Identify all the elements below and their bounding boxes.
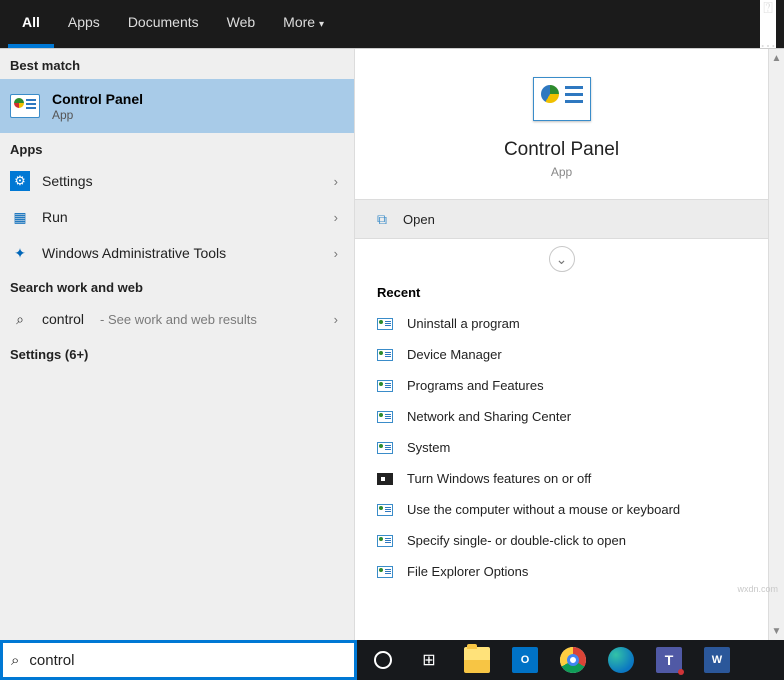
tab-more[interactable]: More ▾ — [269, 0, 338, 48]
search-results: Best match Control Panel App Apps ⚙ Sett… — [0, 48, 784, 640]
control-panel-icon — [377, 442, 393, 454]
app-item-settings[interactable]: ⚙ Settings › — [0, 163, 354, 199]
recent-item[interactable]: System — [355, 432, 768, 463]
expand-actions: ⌄ — [355, 239, 768, 279]
chevron-right-icon: › — [334, 210, 338, 225]
gear-icon: ⚙ — [10, 171, 30, 191]
taskbar-outlook[interactable]: O — [503, 640, 547, 680]
scroll-up-icon[interactable]: ▲ — [771, 51, 782, 65]
search-box[interactable]: ⌕ — [0, 640, 357, 680]
control-panel-icon — [10, 94, 40, 118]
best-match-subtitle: App — [52, 108, 143, 122]
web-search-control[interactable]: ⌕ control - See work and web results › — [0, 301, 354, 337]
tab-documents[interactable]: Documents — [114, 0, 213, 48]
chrome-icon — [560, 647, 586, 673]
tab-apps[interactable]: Apps — [54, 0, 114, 48]
recent-item[interactable]: Specify single- or double-click to open — [355, 525, 768, 556]
recent-item[interactable]: Network and Sharing Center — [355, 401, 768, 432]
recent-list: Uninstall a program Device Manager Progr… — [355, 308, 768, 587]
preview-subtitle: App — [551, 165, 572, 179]
search-input[interactable] — [29, 652, 346, 669]
task-view-button[interactable]: ⊞ — [407, 640, 451, 680]
control-panel-icon — [533, 77, 591, 121]
section-search-web: Search work and web — [0, 271, 354, 301]
control-panel-icon — [377, 504, 393, 516]
chevron-down-icon[interactable]: ⌄ — [549, 246, 575, 272]
preview-hero: Control Panel App — [355, 49, 768, 199]
cortana-button[interactable] — [363, 640, 403, 680]
chevron-right-icon: › — [334, 246, 338, 261]
cortana-icon — [374, 651, 392, 669]
search-tabbar: All Apps Documents Web More ▾ ⍰ ⋯ — [0, 0, 784, 48]
preview-title: Control Panel — [504, 139, 619, 161]
open-icon: ⧉ — [377, 211, 387, 228]
control-panel-icon — [377, 411, 393, 423]
recent-heading: Recent — [355, 279, 768, 308]
recent-item[interactable]: Use the computer without a mouse or keyb… — [355, 494, 768, 525]
app-item-run[interactable]: ▦ Run › — [0, 199, 354, 235]
best-match-control-panel[interactable]: Control Panel App — [0, 79, 354, 133]
control-panel-icon — [377, 349, 393, 361]
taskbar-row: ⌕ ⊞ O T W — [0, 640, 784, 680]
chevron-right-icon: › — [334, 312, 338, 327]
chevron-right-icon: › — [334, 174, 338, 189]
windows-features-icon — [377, 473, 393, 485]
feedback-icon[interactable]: ⍰ — [763, 0, 773, 18]
control-panel-icon — [377, 380, 393, 392]
recent-item[interactable]: Uninstall a program — [355, 308, 768, 339]
scroll-down-icon[interactable]: ▼ — [771, 624, 782, 638]
results-left-panel: Best match Control Panel App Apps ⚙ Sett… — [0, 49, 355, 640]
best-match-title: Control Panel — [52, 91, 143, 107]
word-icon: W — [704, 647, 730, 673]
taskbar-edge[interactable] — [599, 640, 643, 680]
section-settings-more[interactable]: Settings (6+) — [0, 337, 354, 372]
search-icon: ⌕ — [10, 309, 30, 329]
taskbar-word[interactable]: W — [695, 640, 739, 680]
section-best-match: Best match — [0, 49, 354, 79]
results-preview-panel: Control Panel App ⧉ Open ⌄ Recent Uninst… — [355, 49, 784, 640]
recent-item[interactable]: Programs and Features — [355, 370, 768, 401]
taskbar-teams[interactable]: T — [647, 640, 691, 680]
scrollbar[interactable]: ▲ ▼ — [768, 49, 784, 640]
taskbar-chrome[interactable] — [551, 640, 595, 680]
taskbar: ⊞ O T W — [357, 640, 784, 680]
watermark: wxdn.com — [737, 584, 778, 594]
teams-icon: T — [656, 647, 682, 673]
taskbar-file-explorer[interactable] — [455, 640, 499, 680]
tools-icon: ✦ — [10, 243, 30, 263]
more-options-icon[interactable]: ⋯ — [760, 36, 776, 48]
control-panel-icon — [377, 318, 393, 330]
task-view-icon: ⊞ — [422, 650, 435, 670]
control-panel-icon — [377, 566, 393, 578]
section-apps: Apps — [0, 133, 354, 163]
recent-item[interactable]: File Explorer Options — [355, 556, 768, 587]
app-item-admin-tools[interactable]: ✦ Windows Administrative Tools › — [0, 235, 354, 271]
search-icon: ⌕ — [11, 652, 19, 669]
tab-all[interactable]: All — [8, 0, 54, 48]
recent-item[interactable]: Device Manager — [355, 339, 768, 370]
edge-icon — [608, 647, 634, 673]
recent-item[interactable]: Turn Windows features on or off — [355, 463, 768, 494]
run-icon: ▦ — [10, 207, 30, 227]
outlook-icon: O — [512, 647, 538, 673]
control-panel-icon — [377, 535, 393, 547]
tab-web[interactable]: Web — [213, 0, 270, 48]
file-explorer-icon — [464, 647, 490, 673]
action-open[interactable]: ⧉ Open — [355, 199, 768, 239]
